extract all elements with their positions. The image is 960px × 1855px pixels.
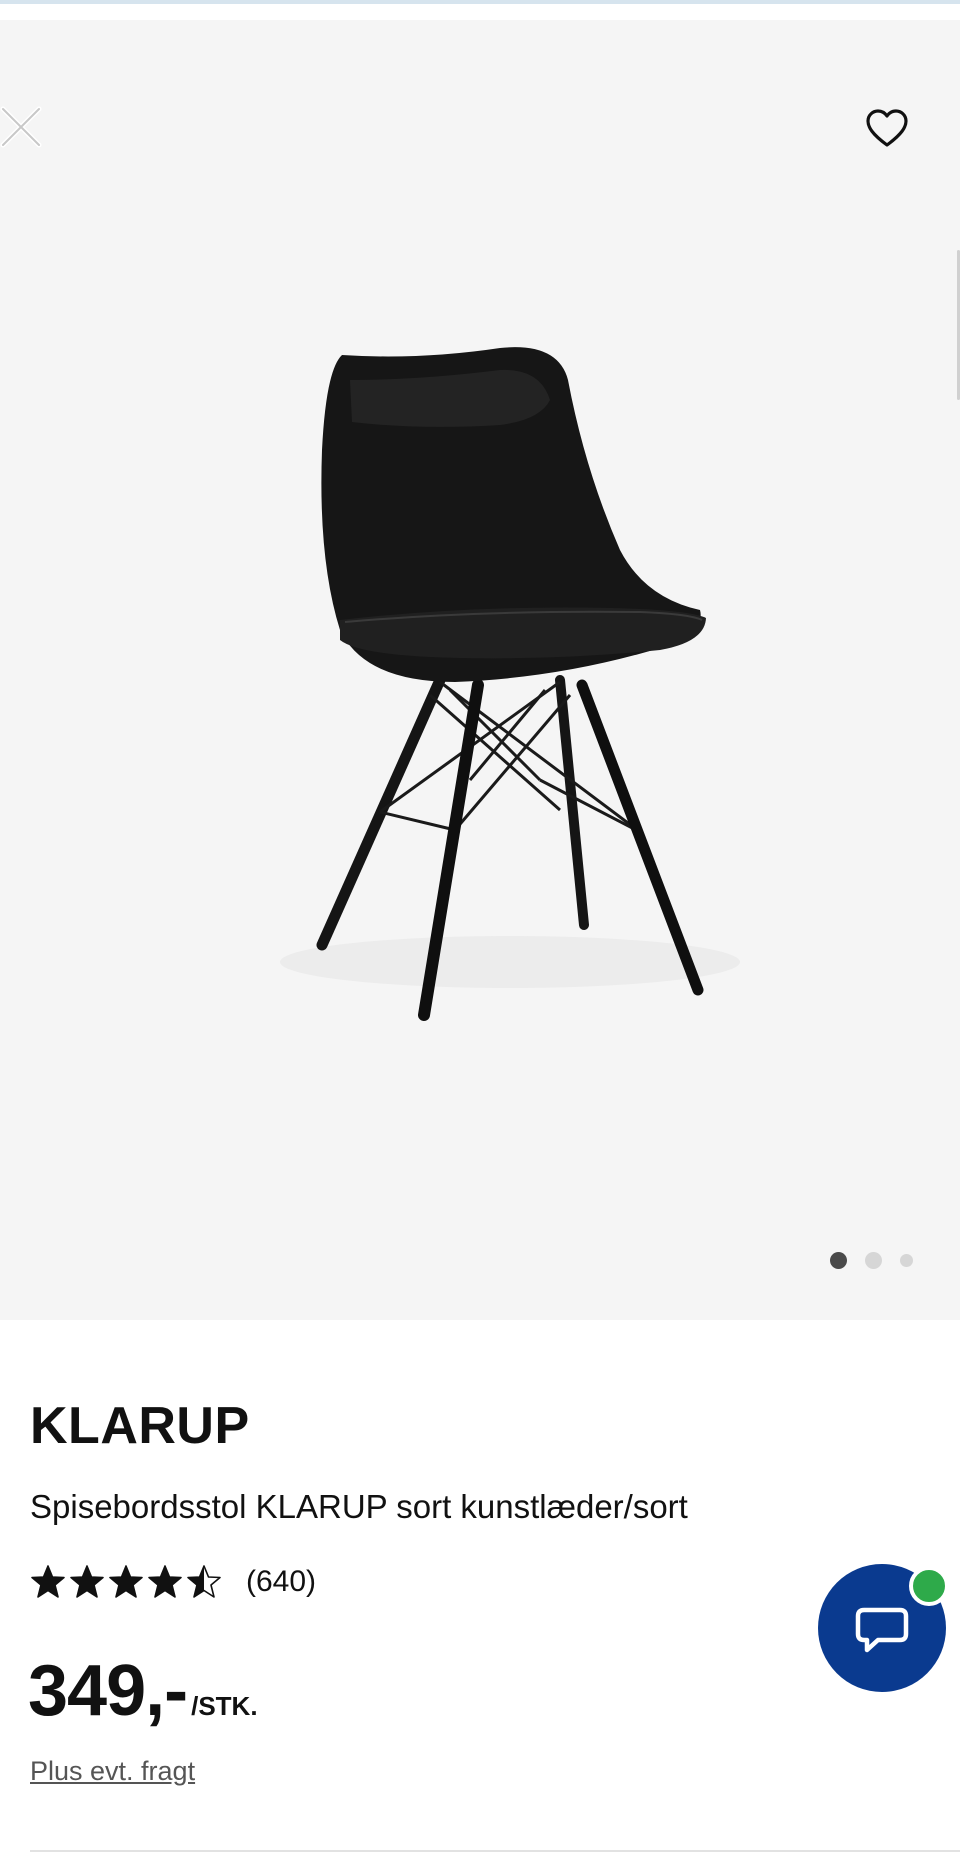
product-description: Spisebordsstol KLARUP sort kunstlæder/so…: [30, 1488, 688, 1525]
favorite-button[interactable]: [862, 104, 912, 154]
close-icon: [0, 106, 42, 148]
rating-stars: [30, 1564, 222, 1600]
divider: [30, 1850, 960, 1852]
freight-link[interactable]: Plus evt. fragt: [30, 1756, 195, 1787]
chat-bubble-icon: [855, 1607, 909, 1653]
star-icon: [187, 1565, 221, 1598]
star-icon: [31, 1565, 65, 1598]
gallery-dot-3[interactable]: [900, 1253, 913, 1267]
gallery-pagination: [830, 1250, 913, 1270]
price-value: 349,-: [28, 1651, 188, 1731]
price-unit: /STK.: [191, 1691, 258, 1721]
gallery-dot-1[interactable]: [830, 1251, 847, 1269]
review-count: (640): [246, 1565, 317, 1598]
star-icon: [70, 1565, 104, 1598]
product-rating[interactable]: (640): [30, 1564, 316, 1600]
heart-icon: [866, 109, 908, 147]
product-image: [280, 347, 740, 1021]
star-icon: [148, 1565, 182, 1598]
product-brand: KLARUP: [30, 1397, 250, 1455]
gallery-dot-2[interactable]: [865, 1251, 882, 1269]
top-strip: [0, 0, 960, 4]
product-price: 349,- /STK.: [28, 1650, 258, 1732]
close-button[interactable]: [0, 106, 44, 150]
chat-online-status: [909, 1566, 949, 1606]
product-gallery[interactable]: [0, 20, 960, 1320]
product-info: KLARUP Spisebordsstol KLARUP sort kunstl…: [0, 1320, 960, 1855]
star-icon: [109, 1565, 143, 1598]
